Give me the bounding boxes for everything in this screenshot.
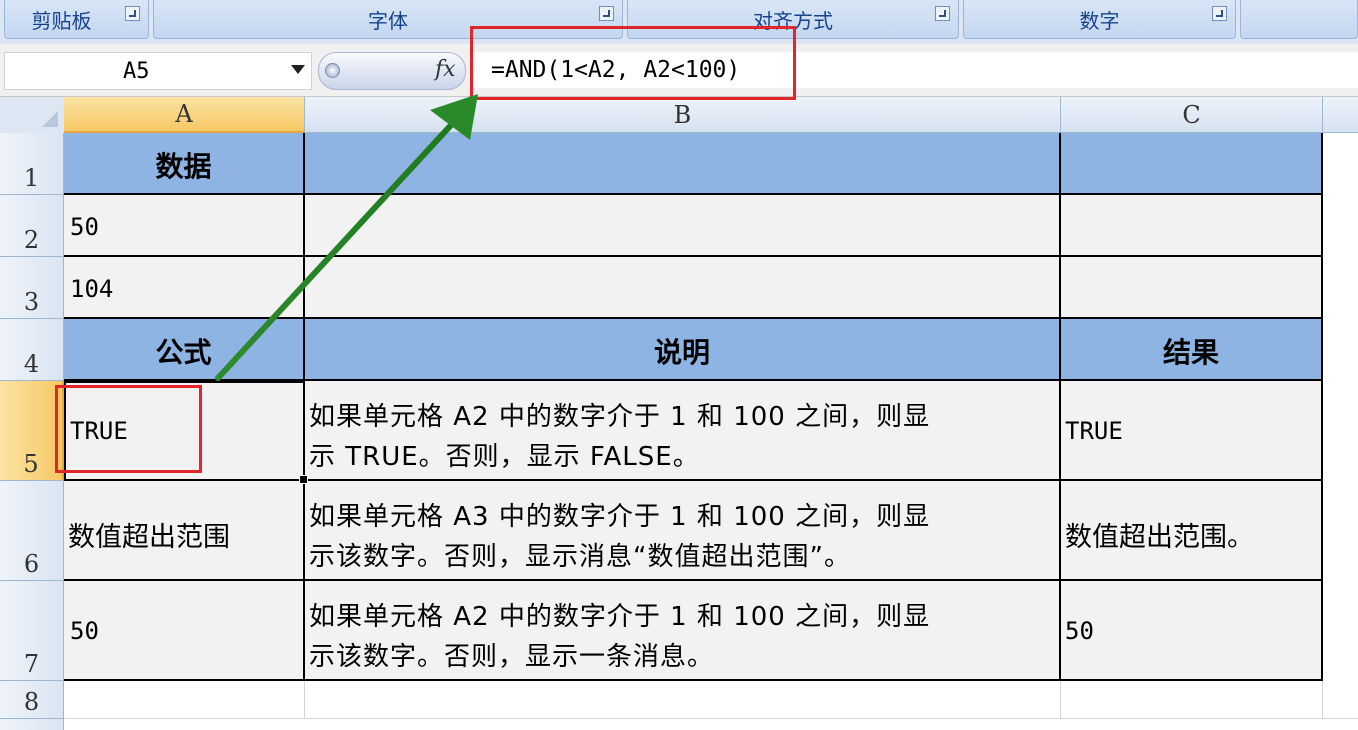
arrow-head-icon xyxy=(430,94,478,140)
annotation-arrow xyxy=(215,94,478,381)
arrow-shaft xyxy=(215,121,455,381)
